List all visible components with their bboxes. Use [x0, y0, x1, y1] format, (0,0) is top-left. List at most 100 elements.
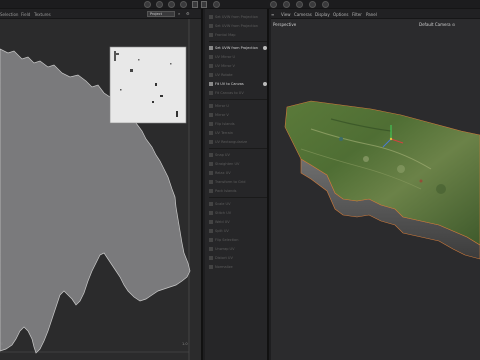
- help-icon[interactable]: [213, 1, 220, 8]
- command-label: Set UVW from Projection: [215, 46, 258, 50]
- command-label: Split UV: [215, 229, 229, 233]
- settings-icon[interactable]: [270, 1, 277, 8]
- search-icon[interactable]: ⌕: [178, 11, 180, 16]
- camera-icon[interactable]: [156, 1, 163, 8]
- uv-menubar: Selection Field Textures Project ⌕ ⚙: [0, 9, 201, 19]
- mode-icon[interactable]: [192, 1, 198, 8]
- command-item[interactable]: Straighten UV: [209, 160, 267, 168]
- command-label: Scale UV: [215, 202, 231, 206]
- command-item[interactable]: Mirror U: [209, 102, 267, 110]
- command-icon: [209, 91, 213, 95]
- viewport-menubar: ≡ View Cameras Display Options Filter Pa…: [271, 9, 480, 19]
- command-label: UV Mirror U: [215, 55, 236, 59]
- command-item[interactable]: Transform to Grid: [209, 178, 267, 186]
- workplane-icon[interactable]: [309, 1, 316, 8]
- command-item[interactable]: UV Rotate: [209, 71, 267, 79]
- command-label: UV Rectangularize: [215, 140, 248, 144]
- viewport-panel: ≡ View Cameras Display Options Filter Pa…: [271, 9, 480, 360]
- command-label: Fit UV to Canvas: [215, 82, 244, 86]
- command-item[interactable]: Set UVW from Projection: [209, 44, 267, 52]
- command-label: Straighten UV: [215, 162, 240, 166]
- command-item[interactable]: Set UVW from Projection: [209, 13, 267, 21]
- command-icon: [209, 82, 213, 86]
- command-item[interactable]: Split UV: [209, 227, 267, 235]
- command-item[interactable]: Frontal Map: [209, 31, 267, 39]
- uv-editor-panel: Selection Field Textures Project ⌕ ⚙ 1.0…: [0, 9, 203, 360]
- menu-options[interactable]: Options: [333, 12, 348, 17]
- command-item[interactable]: UV Rectangularize: [209, 138, 267, 146]
- command-label: Distort UV: [215, 256, 233, 260]
- command-label: Unwrap UV: [215, 247, 235, 251]
- command-item[interactable]: Scale UV: [209, 200, 267, 208]
- command-item[interactable]: UV Mirror U: [209, 53, 267, 61]
- command-item[interactable]: Flip Islands: [209, 120, 267, 128]
- command-item[interactable]: Snap UV: [209, 151, 267, 159]
- main-toolbar: [0, 0, 480, 9]
- command-options-icon[interactable]: [263, 82, 267, 86]
- command-item[interactable]: Flip Selection: [209, 236, 267, 244]
- lock-icon[interactable]: [168, 1, 175, 8]
- menu-cameras[interactable]: Cameras: [294, 12, 312, 17]
- command-separator: [209, 41, 267, 42]
- command-item[interactable]: Unwrap UV: [209, 245, 267, 253]
- command-separator: [209, 148, 267, 149]
- uv-canvas[interactable]: [0, 19, 203, 360]
- command-item[interactable]: Weld UV: [209, 218, 267, 226]
- command-icon: [209, 211, 213, 215]
- model-icon[interactable]: [201, 1, 207, 8]
- render-icon[interactable]: [144, 1, 151, 8]
- command-icon: [209, 153, 213, 157]
- command-item[interactable]: Set UVW from Projection: [209, 22, 267, 30]
- command-label: Transform to Grid: [215, 180, 246, 184]
- command-item[interactable]: UV Mirror V: [209, 62, 267, 70]
- command-item[interactable]: Relax UV: [209, 169, 267, 177]
- command-icon: [209, 180, 213, 184]
- command-icon: [209, 238, 213, 242]
- command-separator: [209, 197, 267, 198]
- menu-view[interactable]: View: [281, 12, 291, 17]
- command-icon: [209, 247, 213, 251]
- command-item[interactable]: Mirror V: [209, 111, 267, 119]
- axis-icon[interactable]: [296, 1, 303, 8]
- command-label: Fit Canvas to UV: [215, 91, 244, 95]
- command-item[interactable]: Pack Islands: [209, 187, 267, 195]
- menu-selection[interactable]: Selection: [0, 12, 18, 17]
- snap-icon[interactable]: [283, 1, 290, 8]
- command-label: Mirror U: [215, 104, 229, 108]
- hamburger-icon[interactable]: ≡: [271, 12, 274, 17]
- command-label: Snap UV: [215, 153, 230, 157]
- command-label: Mirror V: [215, 113, 229, 117]
- command-label: UV Mirror V: [215, 64, 235, 68]
- menu-textures[interactable]: Textures: [34, 12, 51, 17]
- command-icon: [209, 24, 213, 28]
- command-label: Set UVW from Projection: [215, 24, 258, 28]
- grid-icon[interactable]: [322, 1, 329, 8]
- globe-icon[interactable]: [180, 1, 187, 8]
- viewport-3d-canvas[interactable]: [271, 19, 480, 360]
- settings-small-icon[interactable]: ⚙: [186, 11, 190, 16]
- command-options-icon[interactable]: [263, 46, 267, 50]
- menu-display[interactable]: Display: [315, 12, 330, 17]
- project-select[interactable]: Project: [147, 11, 175, 17]
- menu-filter[interactable]: Filter: [352, 12, 362, 17]
- command-item[interactable]: Normalize: [209, 263, 267, 271]
- command-icon: [209, 104, 213, 108]
- command-icon: [209, 229, 213, 233]
- menu-field[interactable]: Field: [21, 12, 30, 17]
- menu-panel[interactable]: Panel: [366, 12, 377, 17]
- project-select-value: Project: [150, 12, 162, 16]
- uv-tick-left: 0: [1, 342, 4, 346]
- command-icon: [209, 113, 213, 117]
- command-label: UV Terrain: [215, 131, 233, 135]
- command-label: Pack Islands: [215, 189, 237, 193]
- command-item[interactable]: Distort UV: [209, 254, 267, 262]
- command-item[interactable]: Stitch UV: [209, 209, 267, 217]
- command-item[interactable]: Fit Canvas to UV: [209, 89, 267, 97]
- command-item[interactable]: Fit UV to Canvas: [209, 80, 267, 88]
- command-label: UV Rotate: [215, 73, 233, 77]
- command-icon: [209, 256, 213, 260]
- uv-texture-preview: [109, 46, 187, 124]
- command-item[interactable]: UV Terrain: [209, 129, 267, 137]
- command-icon: [209, 171, 213, 175]
- command-icon: [209, 73, 213, 77]
